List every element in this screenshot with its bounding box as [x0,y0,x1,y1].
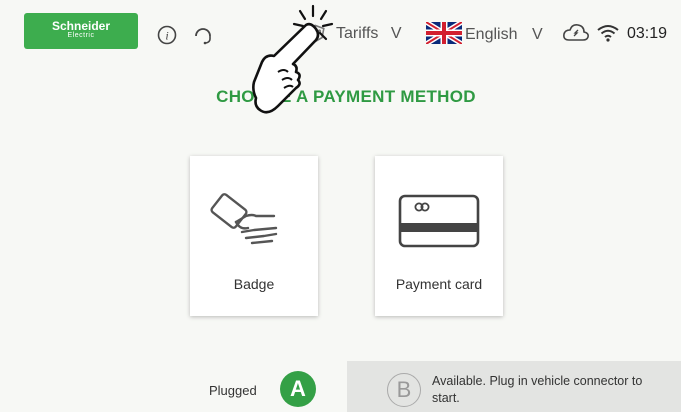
connector-b-badge: B [387,373,421,407]
top-bar: Schneider Electric i Tariffs V English V [0,0,681,62]
cloud-connection-icon [563,24,589,41]
badge-option-label: Badge [233,276,275,292]
schneider-logo: Schneider Electric [24,13,138,49]
language-menu[interactable]: English V [465,26,543,44]
svg-text:i: i [165,29,168,43]
wifi-icon [597,25,619,42]
tap-hand-icon [252,4,334,114]
logo-line1: Schneider [51,19,111,33]
badge-hand-icon [210,193,278,245]
headset-icon[interactable] [192,24,214,46]
language-chevron-icon: V [531,26,543,43]
tariffs-label: Tariffs [336,25,379,42]
connector-b-status: Available. Plug in vehicle connector to … [432,374,643,405]
tariffs-menu[interactable]: Tariffs V [336,25,402,43]
page-title: CHOOSE A PAYMENT METHOD [216,87,476,106]
payment-card-option-label: Payment card [395,276,483,292]
clock: 03:19 [627,25,668,42]
connector-a-status: Plugged [209,383,257,398]
connector-a-button[interactable]: A [280,371,316,407]
logo-line2: Electric [67,32,95,39]
uk-flag-icon[interactable] [426,22,462,44]
payment-card-icon [398,194,480,248]
payment-card-option-button[interactable]: Payment card [375,156,503,316]
badge-option-button[interactable]: Badge [190,156,318,316]
language-label: English [465,26,518,43]
tariffs-chevron-icon: V [390,25,402,42]
info-icon[interactable]: i [157,25,177,45]
connector-b-panel[interactable]: B Available. Plug in vehicle connector t… [347,361,681,412]
